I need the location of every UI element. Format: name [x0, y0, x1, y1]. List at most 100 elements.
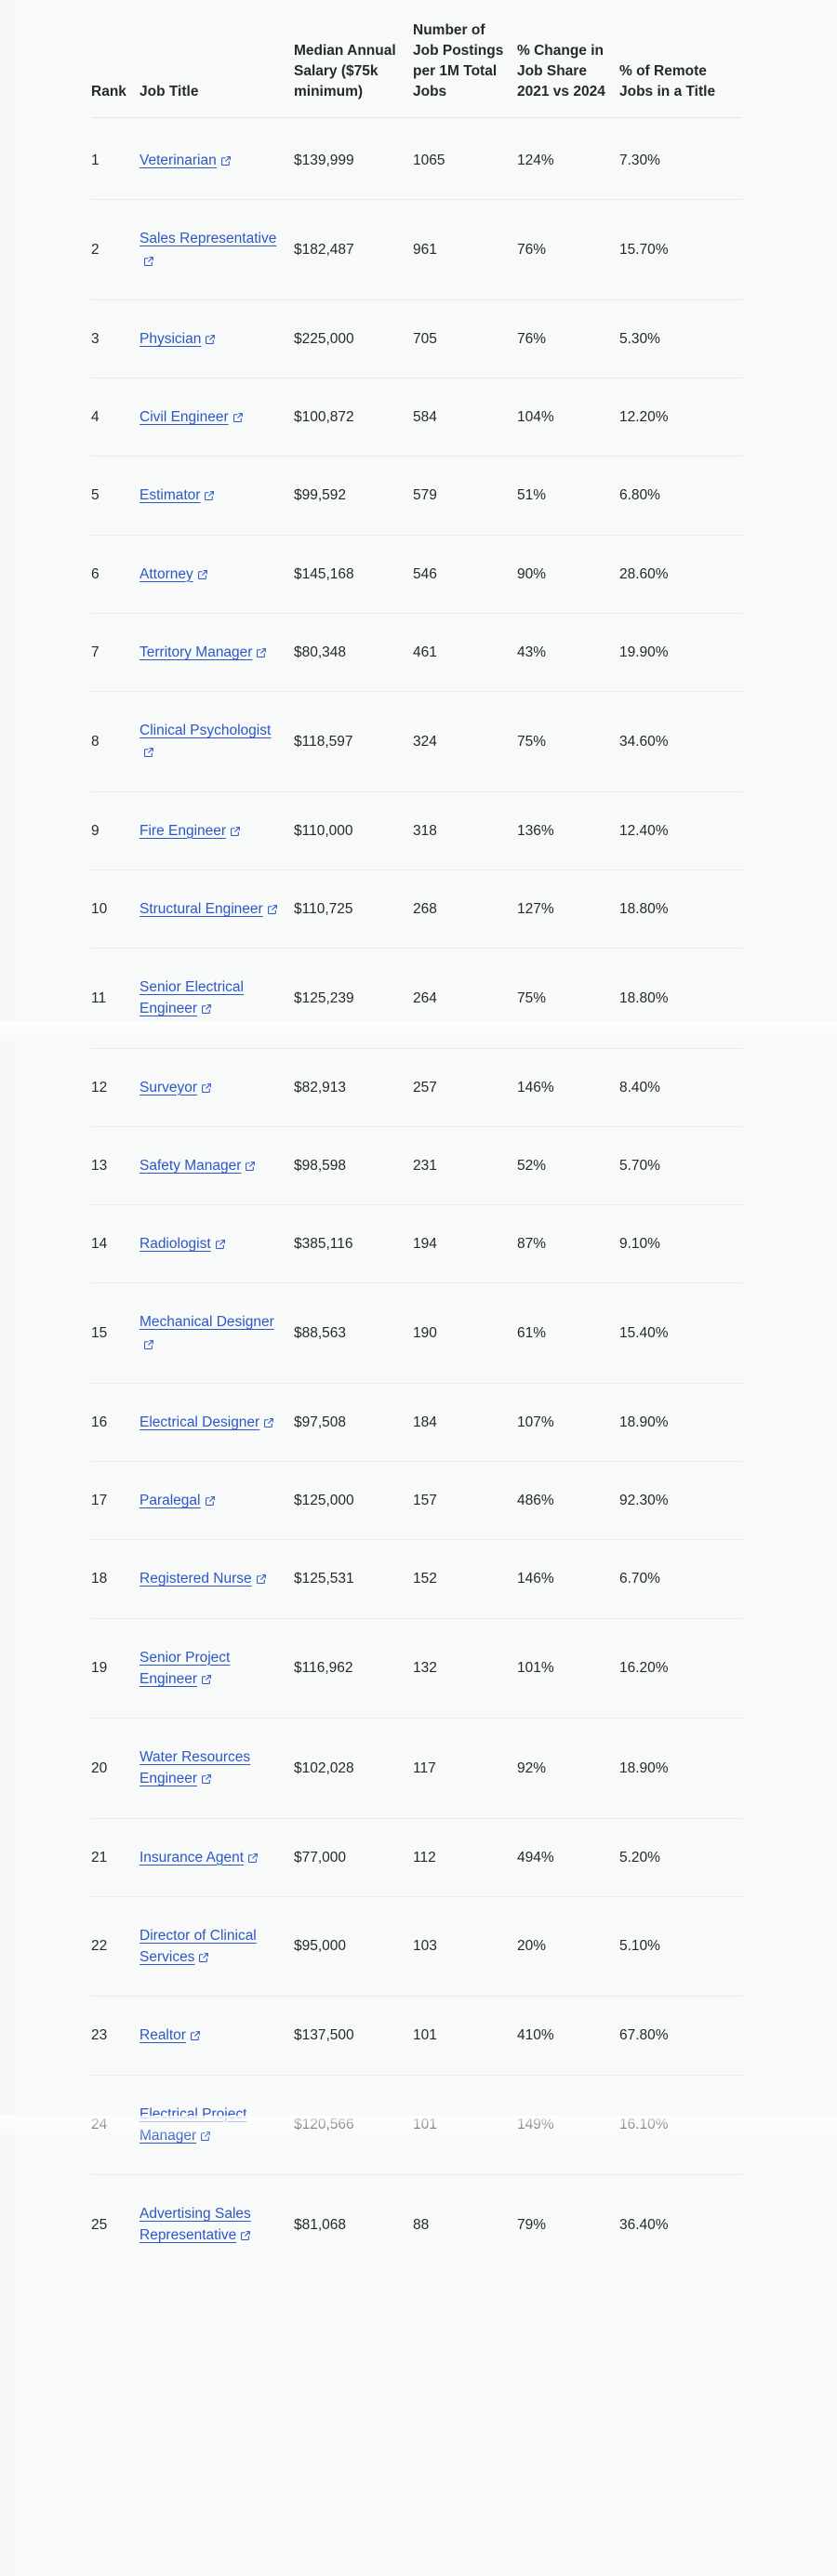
cell-pct-remote-jobs: 19.90% — [619, 613, 742, 693]
table-header-row: Rank Job Title Median Annual Salary ($75… — [91, 20, 742, 118]
cell-median-annual-salary: $120,566 — [294, 2075, 413, 2175]
cell-rank: 25 — [91, 2216, 108, 2233]
job-title-label: Radiologist — [140, 1236, 211, 1252]
cell-job-postings: 264 — [413, 948, 517, 1049]
job-title-link[interactable]: Realtor — [140, 2027, 201, 2043]
cell-median-annual-salary: $77,000 — [294, 1818, 413, 1897]
table-row: 8 Clinical Psychologist $118,597 324 75% 34.6… — [91, 691, 742, 792]
job-title-link[interactable]: Fire Engineer — [140, 823, 241, 839]
table-row: 1 Veterinarian $139,999 1065 124% 7.30% — [91, 117, 742, 201]
job-title-link[interactable]: Civil Engineer — [140, 409, 244, 425]
cell-rank: 2 — [91, 199, 140, 300]
cell-pct-change-job-share: 410% — [517, 1996, 619, 2076]
cell-job-title: Mechanical Designer — [140, 1282, 294, 1384]
external-link-icon — [205, 334, 216, 345]
cell-pct-remote-jobs: 18.90% — [619, 1718, 742, 1819]
external-link-icon — [197, 569, 208, 580]
cell-median-annual-salary: $110,725 — [294, 870, 413, 949]
table-row: 6 Attorney $145,168 546 90% 28.60% — [91, 535, 742, 614]
job-title-link[interactable]: Director of Clinical Services — [140, 1928, 257, 1965]
cell-job-title: Senior Electrical Engineer — [140, 948, 294, 1049]
job-title-link[interactable]: Registered Nurse — [140, 1571, 267, 1587]
cell-job-postings: 103 — [413, 1896, 517, 1998]
job-title-link[interactable]: Estimator — [140, 487, 215, 503]
cell-job-postings: 257 — [413, 1048, 517, 1127]
cell-job-title: Advertising Sales Representative — [140, 2175, 294, 2275]
cell-job-title: Surveyor — [140, 1048, 294, 1127]
cell-pct-change-job-share: 146% — [517, 1539, 619, 1619]
job-title-link[interactable]: Paralegal — [140, 1493, 216, 1508]
cell-pct-remote-jobs: 9.10% — [619, 1204, 742, 1284]
cell-job-title: Fire Engineer — [140, 791, 294, 870]
top-spacer — [0, 0, 837, 20]
job-title-link[interactable]: Surveyor — [140, 1080, 212, 1095]
cell-job-title: Physician — [140, 299, 294, 379]
cell-job-title: Territory Manager — [140, 613, 294, 693]
cell-pct-remote-jobs: 15.40% — [619, 1282, 742, 1384]
cell-pct-remote-jobs: 16.20% — [619, 1618, 742, 1719]
job-title-link[interactable]: Attorney — [140, 566, 208, 582]
cell-median-annual-salary: $182,487 — [294, 199, 413, 300]
cell-median-annual-salary: $98,598 — [294, 1126, 413, 1206]
cell-pct-remote-jobs: 5.70% — [619, 1126, 742, 1206]
job-title-link[interactable]: Senior Project Engineer — [140, 1650, 230, 1687]
job-title-label: Sales Representative — [140, 231, 277, 247]
job-title-link[interactable]: Insurance Agent — [140, 1850, 259, 1866]
cell-pct-change-job-share: 101% — [517, 1618, 619, 1719]
job-title-link[interactable]: Mechanical Designer — [140, 1314, 274, 1351]
external-link-icon — [143, 1339, 154, 1350]
job-title-link[interactable]: Clinical Psychologist — [140, 723, 271, 760]
table-row: 24 Electrical Project Manager $120,566 101 1… — [91, 2075, 742, 2175]
external-link-icon — [230, 826, 241, 837]
table-row: 21 Insurance Agent $77,000 112 494% 5.20% — [91, 1818, 742, 1897]
job-title-link[interactable]: Safety Manager — [140, 1158, 256, 1174]
table-row: 19 Senior Project Engineer $116,962 132 101%… — [91, 1618, 742, 1719]
job-title-link[interactable]: Advertising Sales Representative — [140, 2206, 251, 2243]
cell-pct-remote-jobs: 92.30% — [619, 1461, 742, 1541]
cell-median-annual-salary: $88,563 — [294, 1282, 413, 1384]
cell-job-postings: 112 — [413, 1818, 517, 1897]
job-title-link[interactable]: Veterinarian — [140, 153, 232, 168]
table-row: 2 Sales Representative $182,487 961 76% 15.70… — [91, 199, 742, 300]
cell-job-postings: 190 — [413, 1282, 517, 1384]
job-title-label: Advertising Sales Representative — [140, 2206, 251, 2244]
cell-pct-remote-jobs: 18.80% — [619, 948, 742, 1049]
cell-rank: 19 — [91, 1618, 140, 1719]
cell-job-postings: 546 — [413, 535, 517, 614]
cell-job-postings: 117 — [413, 1718, 517, 1819]
cell-job-postings: 101 — [413, 1996, 517, 2076]
cell-pct-remote-jobs: 5.20% — [619, 1818, 742, 1897]
external-link-icon — [256, 647, 267, 658]
external-link-icon — [198, 1952, 209, 1963]
external-link-icon — [232, 412, 244, 423]
cell-pct-change-job-share: 90% — [517, 535, 619, 614]
table-row: 16 Electrical Designer $97,508 184 107% 18.90… — [91, 1383, 742, 1463]
external-link-icon — [256, 1573, 267, 1585]
cell-median-annual-salary: $385,116 — [294, 1204, 413, 1284]
cell-pct-remote-jobs: 12.40% — [619, 791, 742, 870]
job-title-link[interactable]: Water Resources Engineer — [140, 1749, 250, 1786]
job-title-link[interactable]: Territory Manager — [140, 644, 267, 660]
cell-job-title: Senior Project Engineer — [140, 1618, 294, 1719]
cell-pct-change-job-share: 486% — [517, 1461, 619, 1541]
cell-pct-remote-jobs: 6.70% — [619, 1539, 742, 1619]
cell-pct-change-job-share: 136% — [517, 791, 619, 870]
job-rankings-table: Rank Job Title Median Annual Salary ($75… — [91, 20, 742, 2275]
job-title-link[interactable]: Sales Representative — [140, 231, 276, 268]
cell-pct-remote-jobs: 67.80% — [619, 1996, 742, 2076]
external-link-icon — [245, 1161, 256, 1172]
job-title-label: Water Resources Engineer — [140, 1749, 251, 1787]
job-title-link[interactable]: Physician — [140, 331, 216, 347]
cell-pct-remote-jobs: 18.80% — [619, 870, 742, 949]
job-title-link[interactable]: Electrical Designer — [140, 1414, 274, 1430]
job-title-link[interactable]: Senior Electrical Engineer — [140, 979, 244, 1016]
external-link-icon — [215, 1239, 226, 1250]
cell-pct-remote-jobs: 15.70% — [619, 199, 742, 300]
job-title-label: Fire Engineer — [140, 822, 227, 839]
job-title-link[interactable]: Radiologist — [140, 1236, 226, 1252]
job-title-label: Structural Engineer — [140, 900, 263, 917]
external-link-icon — [143, 747, 154, 758]
table-row: 14 Radiologist $385,116 194 87% 9.10% — [91, 1204, 742, 1284]
job-title-link[interactable]: Structural Engineer — [140, 901, 278, 917]
job-title-link[interactable]: Electrical Project Manager — [140, 2106, 246, 2144]
